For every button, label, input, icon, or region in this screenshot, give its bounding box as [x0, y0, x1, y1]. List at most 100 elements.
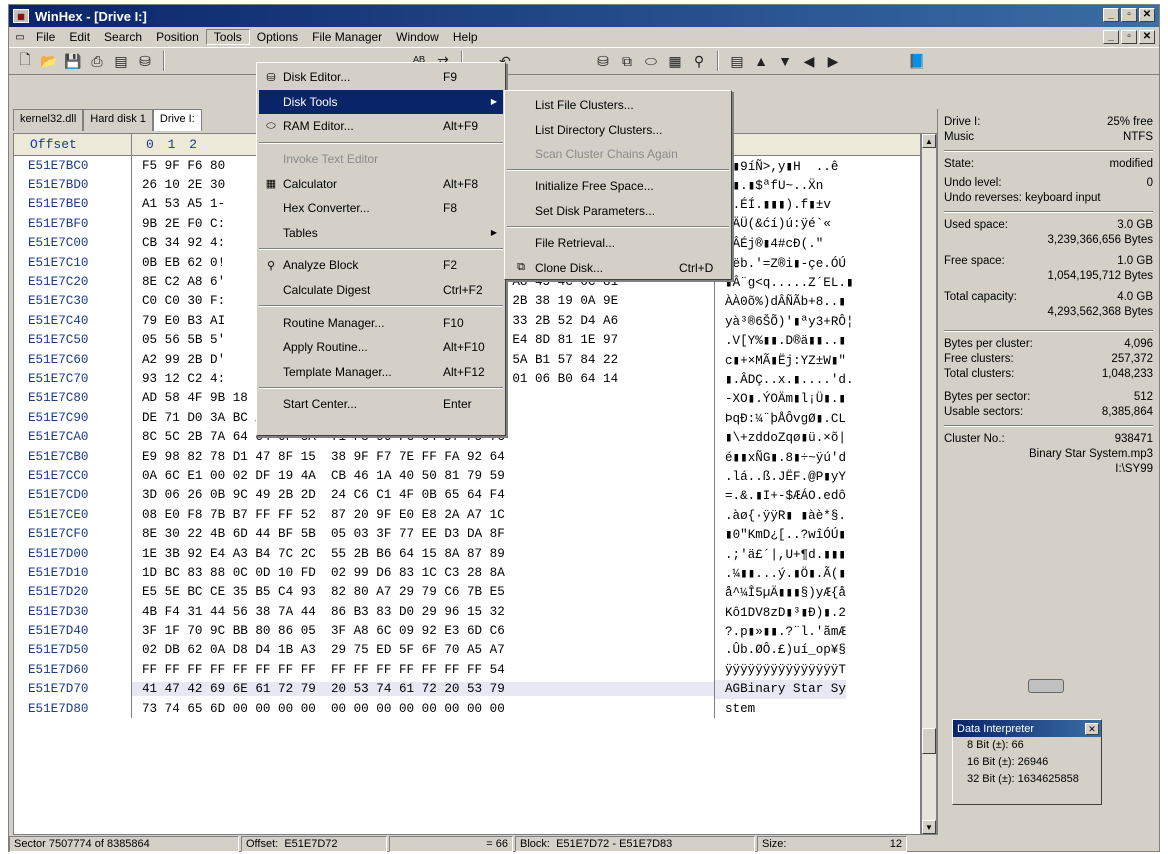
- minimize-button[interactable]: _: [1103, 8, 1119, 22]
- row-hex[interactable]: 41 47 42 69 6E 61 72 79 20 53 74 61 72 2…: [132, 682, 714, 697]
- row-text[interactable]: ▮\+zddoZqø▮ü.×õ|: [714, 427, 846, 447]
- row-hex[interactable]: 3F 1F 70 9C BB 80 86 05 3F A8 6C 09 92 E…: [132, 624, 714, 638]
- row-text[interactable]: .àø{·ÿÿR▮ ▮àè*§.: [714, 505, 846, 525]
- row-hex[interactable]: 8E 30 22 4B 6D 44 BF 5B 05 03 3F 77 EE D…: [132, 527, 714, 541]
- open-folder-icon[interactable]: 📂: [39, 51, 59, 71]
- menu-file-manager[interactable]: File Manager: [305, 30, 389, 44]
- mdi-close-button[interactable]: ✕: [1139, 30, 1155, 44]
- disk-editor-icon[interactable]: ⛁: [593, 51, 613, 71]
- hex-row[interactable]: E51E7D60 FF FF FF FF FF FF FF FF FF FF FF…: [14, 660, 920, 680]
- tools-item-ram-editor[interactable]: ⬭ RAM Editor... Alt+F9: [259, 114, 503, 139]
- tools-item-invoke-text-editor[interactable]: Invoke Text Editor: [259, 147, 503, 172]
- tools-item-disk-tools[interactable]: Disk Tools ▶: [259, 89, 503, 115]
- arrow-up-icon[interactable]: ▲: [751, 51, 771, 71]
- scroll-up-icon[interactable]: ▲: [922, 134, 936, 148]
- row-text[interactable]: c▮+×MÃ▮Ëj:YZ±W▮": [714, 349, 846, 370]
- tools-item-apply-routine[interactable]: Apply Routine... Alt+F10: [259, 335, 503, 360]
- row-hex[interactable]: 3D 06 26 0B 9C 49 2B 2D 24 C6 C1 4F 0B 6…: [132, 488, 714, 502]
- row-hex[interactable]: 0A 6C E1 00 02 DF 19 4A CB 46 1A 40 50 8…: [132, 469, 714, 483]
- arrow-left-icon[interactable]: ◀: [799, 51, 819, 71]
- hex-row[interactable]: E51E7D50 02 DB 62 0A D8 D4 1B A3 29 75 ED…: [14, 640, 920, 661]
- row-text[interactable]: .lá..ß.JËF.@P▮yY: [714, 466, 846, 486]
- new-file-icon[interactable]: 🗋: [15, 51, 35, 71]
- save-icon[interactable]: 💾: [63, 51, 83, 71]
- menu-window[interactable]: Window: [389, 30, 446, 44]
- row-text[interactable]: .ëb.'=Z®i▮-çe.ÓÚ: [714, 252, 846, 273]
- disk-tools-item-initialize-free-space[interactable]: Initialize Free Space...: [507, 174, 729, 198]
- tab-1[interactable]: Hard disk 1: [83, 109, 153, 131]
- row-text[interactable]: ▮Â¨g<q.....Z´EL.▮: [714, 272, 854, 292]
- scroll-down-icon[interactable]: ▼: [922, 820, 936, 834]
- row-text[interactable]: å^¼Î5µÄ▮▮▮§)yÆ{å: [714, 582, 846, 602]
- row-hex[interactable]: 73 74 65 6D 00 00 00 00 00 00 00 00 00 0…: [132, 702, 714, 716]
- row-text[interactable]: .V[Y%▮▮.D®ä▮▮..▮: [714, 330, 846, 350]
- row-text[interactable]: stem: [714, 698, 755, 719]
- vertical-scrollbar[interactable]: ▲ ▼: [921, 133, 937, 835]
- row-hex[interactable]: 1E 3B 92 E4 A3 B4 7C 2C 55 2B B6 64 15 8…: [132, 547, 714, 561]
- menu-edit[interactable]: Edit: [62, 30, 97, 44]
- row-text[interactable]: AGBinary Star Sy: [714, 679, 846, 699]
- row-text[interactable]: õ▮9íÑ>,y▮H ..ê: [714, 156, 838, 176]
- row-text[interactable]: ÀÀ0õ%)dÂÑÃb+8..▮: [714, 291, 846, 312]
- row-text[interactable]: ?.p▮»▮▮.?¨l.'ãmÆ: [714, 621, 846, 641]
- disk-tools-item-scan-cluster-chains-again[interactable]: Scan Cluster Chains Again: [507, 142, 729, 166]
- row-hex[interactable]: 1D BC 83 88 0C 0D 10 FD 02 99 D6 83 1C C…: [132, 566, 714, 580]
- hex-row[interactable]: E51E7D30 4B F4 31 44 56 38 7A 44 86 B3 83…: [14, 601, 920, 622]
- ram-icon[interactable]: ⬭: [641, 51, 661, 71]
- arrow-right-icon[interactable]: ▶: [823, 51, 843, 71]
- disk-tools-item-list-file-clusters[interactable]: List File Clusters...: [507, 93, 729, 117]
- row-hex[interactable]: 08 E0 F8 7B B7 FF FF 52 87 20 9F E0 E8 2…: [132, 508, 714, 522]
- row-text[interactable]: .Ûb.ØÔ.£)uí_op¥§: [714, 640, 846, 661]
- row-text[interactable]: é▮▮xÑG▮.8▮÷~ÿú'd: [714, 446, 846, 467]
- arrow-down-icon[interactable]: ▼: [775, 51, 795, 71]
- row-text[interactable]: ▮.ÂDÇ..x.▮....'d.: [714, 369, 854, 389]
- mdi-restore-button[interactable]: ▫: [1121, 30, 1137, 44]
- disk-navigation-icon[interactable]: ▤: [727, 51, 747, 71]
- clone-icon[interactable]: ⧉: [617, 51, 637, 71]
- menu-help[interactable]: Help: [446, 30, 485, 44]
- hex-row[interactable]: E51E7D40 3F 1F 70 9C BB 80 86 05 3F A8 6C…: [14, 621, 920, 641]
- menu-options[interactable]: Options: [250, 30, 305, 44]
- hex-row[interactable]: E51E7D80 73 74 65 6D 00 00 00 00 00 00 00…: [14, 698, 920, 719]
- data-interpreter-close-icon[interactable]: ✕: [1085, 722, 1099, 735]
- tools-item-calculate-digest[interactable]: Calculate Digest Ctrl+F2: [259, 278, 503, 303]
- mdi-minimize-button[interactable]: _: [1103, 30, 1119, 44]
- tab-2[interactable]: Drive I:: [152, 109, 202, 131]
- hex-row[interactable]: E51E7D70 41 47 42 69 6E 61 72 79 20 53 74…: [14, 679, 920, 699]
- properties-icon[interactable]: ▤: [111, 51, 131, 71]
- mdi-doc-icon[interactable]: ▭: [13, 31, 27, 43]
- hex-row[interactable]: E51E7D10 1D BC 83 88 0C 0D 10 FD 02 99 D6…: [14, 563, 920, 583]
- row-hex[interactable]: E5 5E BC CE 35 B5 C4 93 82 80 A7 29 79 C…: [132, 585, 714, 599]
- tools-item-tables[interactable]: Tables ▶: [259, 221, 503, 246]
- tools-item-start-center[interactable]: Start Center... Enter: [259, 392, 503, 417]
- hex-row[interactable]: E51E7CF0 8E 30 22 4B 6D 44 BF 5B 05 03 3F…: [14, 524, 920, 544]
- disk-tools-item-clone-disk[interactable]: ⧉ Clone Disk... Ctrl+D: [507, 255, 729, 279]
- row-text[interactable]: =.&.▮I+-$ÆÁO.edô: [714, 485, 846, 506]
- analyze-search-icon[interactable]: ⚲: [689, 51, 709, 71]
- print-icon[interactable]: ⎙: [87, 51, 107, 71]
- menu-file[interactable]: File: [29, 30, 62, 44]
- hex-row[interactable]: E51E7D00 1E 3B 92 E4 A3 B4 7C 2C 55 2B B6…: [14, 543, 920, 564]
- tools-item-hex-converter[interactable]: Hex Converter... F8: [259, 196, 503, 221]
- tools-item-calculator[interactable]: ▦ Calculator Alt+F8: [259, 171, 503, 196]
- disk-tools-item-set-disk-parameters[interactable]: Set Disk Parameters...: [507, 199, 729, 223]
- row-text[interactable]: ▮0"KmD¿[..?wîÓÚ▮: [714, 524, 846, 544]
- menu-position[interactable]: Position: [149, 30, 206, 44]
- maximize-button[interactable]: ▫: [1121, 8, 1137, 22]
- row-hex[interactable]: 4B F4 31 44 56 38 7A 44 86 B3 83 D0 29 9…: [132, 605, 714, 619]
- tab-0[interactable]: kernel32.dll: [13, 109, 84, 131]
- row-hex[interactable]: FF FF FF FF FF FF FF FF FF FF FF FF FF F…: [132, 663, 714, 677]
- tools-item-routine-manager[interactable]: Routine Manager... F10: [259, 310, 503, 335]
- row-text[interactable]: yà³®6ŠÕ)'▮ªy3+RÔ¦: [714, 311, 854, 331]
- row-text[interactable]: .¼▮▮...ý.▮Ö▮.Ã(▮: [714, 563, 846, 583]
- tools-item-template-manager[interactable]: Template Manager... Alt+F12: [259, 360, 503, 385]
- open-disk-icon[interactable]: ⛁: [135, 51, 155, 71]
- hex-row[interactable]: E51E7CD0 3D 06 26 0B 9C 49 2B 2D 24 C6 C1…: [14, 485, 920, 506]
- close-button[interactable]: ✕: [1139, 8, 1155, 22]
- hex-row[interactable]: E51E7CE0 08 E0 F8 7B B7 FF FF 52 87 20 9F…: [14, 505, 920, 525]
- calculator-icon[interactable]: ▦: [665, 51, 685, 71]
- tools-item-disk-editor[interactable]: ⛁ Disk Editor... F9: [259, 65, 503, 90]
- hex-row[interactable]: E51E7CB0 E9 98 82 78 D1 47 8F 15 38 9F F7…: [14, 446, 920, 467]
- row-hex[interactable]: E9 98 82 78 D1 47 8F 15 38 9F F7 7E FF F…: [132, 450, 714, 464]
- row-text[interactable]: .;'ä£´|,U+¶d.▮▮▮: [714, 543, 846, 564]
